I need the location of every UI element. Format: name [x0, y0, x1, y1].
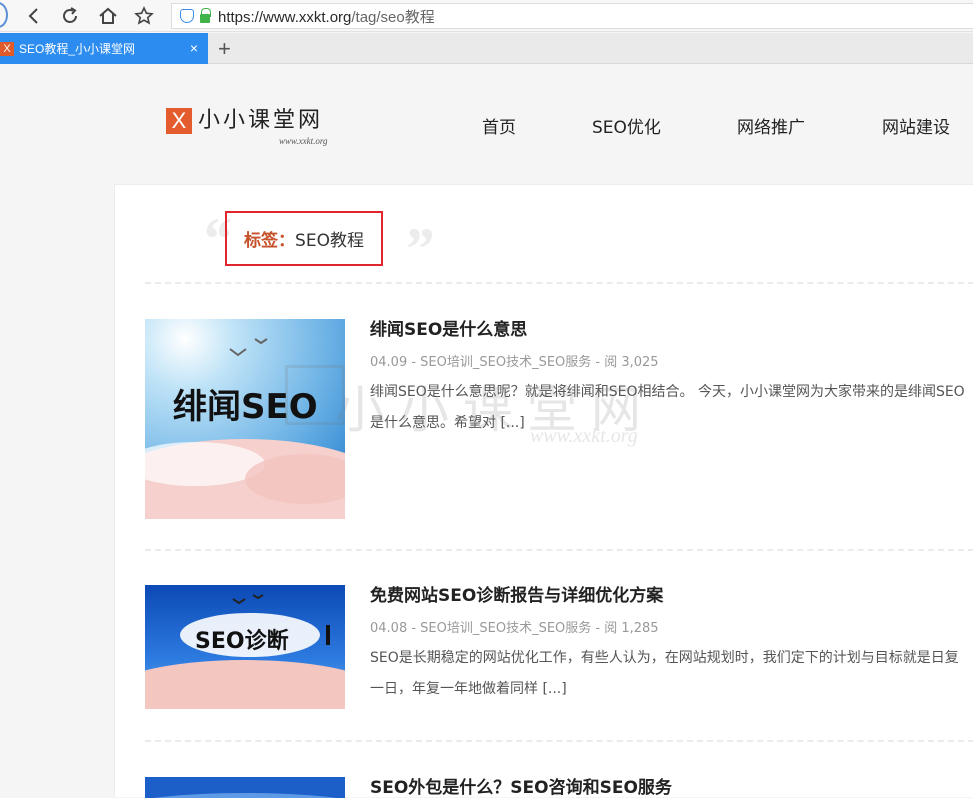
post-title[interactable]: 免费网站SEO诊断报告与详细优化方案: [370, 581, 663, 606]
tab-active[interactable]: X SEO教程_小小课堂网 ×: [0, 33, 208, 64]
tag-heading: 标签： SEO教程: [225, 211, 383, 266]
refresh-icon[interactable]: [58, 4, 82, 28]
post-thumbnail[interactable]: [145, 777, 345, 798]
logo-subtitle: www.xxkt.org: [279, 136, 328, 146]
star-icon[interactable]: [132, 4, 156, 28]
content-panel: “ ” 标签： SEO教程 绯闻SEO 绯闻SEO是什么意思 04.09 - S…: [114, 184, 973, 798]
home-icon[interactable]: [96, 4, 120, 28]
favicon-icon: X: [0, 41, 14, 56]
url-host: https://www.xxkt.org: [218, 8, 352, 26]
logo-mark-icon: X: [166, 108, 192, 134]
thumbnail-caption: SEO诊断: [195, 629, 289, 654]
nav-item-promotion[interactable]: 网络推广: [737, 113, 805, 138]
post-meta: 04.09 - SEO培训_SEO技术_SEO服务 - 阅 3,025: [370, 355, 659, 370]
post-thumbnail[interactable]: SEO诊断: [145, 585, 345, 709]
browser-toolbar: https://www.xxkt.org/tag/seo教程: [0, 0, 973, 32]
tab-strip: X SEO教程_小小课堂网 × +: [0, 33, 973, 64]
nav-item-website[interactable]: 网站建设: [882, 113, 950, 138]
post-title[interactable]: 绯闻SEO是什么意思: [370, 315, 527, 340]
post-excerpt: 绯闻SEO是什么意思呢？就是将绯闻和SEO相结合。 今天，小小课堂网为大家带来的…: [370, 384, 965, 431]
divider: [145, 549, 973, 551]
address-bar[interactable]: https://www.xxkt.org/tag/seo教程: [171, 3, 973, 29]
url-text[interactable]: https://www.xxkt.org/tag/seo教程: [218, 6, 435, 27]
back-icon[interactable]: [22, 4, 46, 28]
tag-label: 标签：: [244, 231, 296, 251]
thumbnail-caption: 绯闻SEO: [173, 387, 318, 427]
new-tab-button[interactable]: +: [218, 36, 231, 62]
post-thumbnail[interactable]: 绯闻SEO: [145, 319, 345, 519]
logo-text: 小小课堂网: [198, 108, 324, 133]
tag-value: SEO教程: [295, 231, 364, 251]
lock-icon: [200, 7, 211, 23]
nav-item-seo[interactable]: SEO优化: [592, 113, 661, 138]
quote-close-icon: ”: [403, 216, 433, 282]
tab-title: SEO教程_小小课堂网: [19, 42, 136, 56]
url-path: /tag/seo教程: [351, 8, 435, 26]
site-logo[interactable]: X 小小课堂网 www.xxkt.org: [166, 108, 346, 148]
divider: [145, 740, 973, 742]
browser-logo-icon: [0, 2, 8, 28]
divider: [145, 282, 973, 284]
post-title[interactable]: SEO外包是什么？SEO咨询和SEO服务: [370, 773, 672, 798]
close-icon[interactable]: ×: [190, 40, 198, 56]
nav-item-home[interactable]: 首页: [482, 113, 516, 138]
site-page: X 小小课堂网 www.xxkt.org 首页 SEO优化 网络推广 网站建设 …: [0, 65, 973, 798]
shield-icon: [180, 9, 194, 23]
post-excerpt: SEO是长期稳定的网站优化工作，有些人认为，在网站规划时，我们定下的计划与目标就…: [370, 650, 959, 697]
post-meta: 04.08 - SEO培训_SEO技术_SEO服务 - 阅 1,285: [370, 621, 659, 636]
